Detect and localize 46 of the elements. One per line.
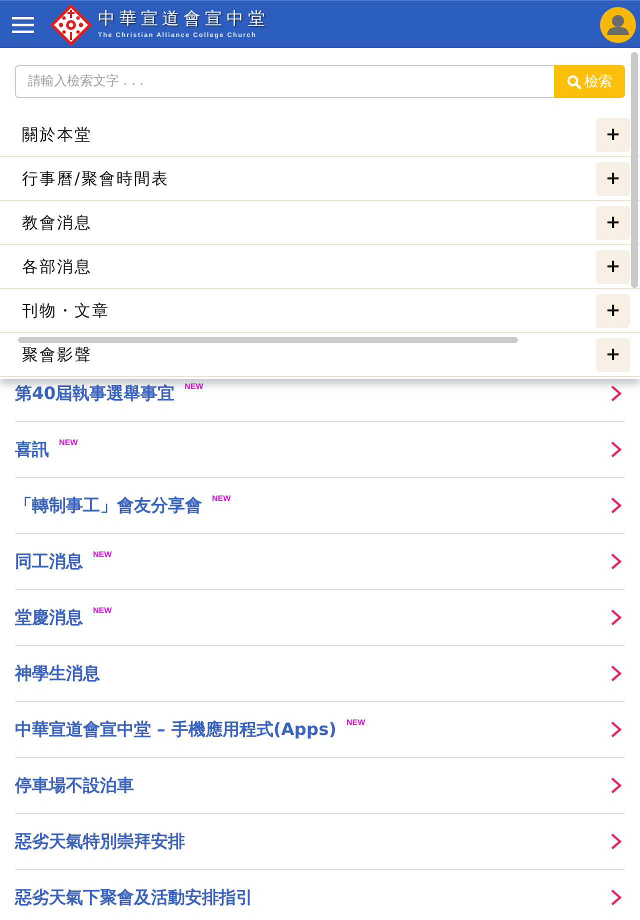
chevron-right-icon — [610, 665, 622, 682]
user-avatar-icon[interactable] — [600, 6, 636, 42]
new-label: NEW — [346, 718, 366, 726]
chevron-right-icon — [610, 721, 622, 738]
chevron-right-icon — [610, 385, 622, 402]
new-label: NEW — [93, 606, 112, 614]
search-field[interactable]: 請輸入檢索文字 . . . — [15, 65, 554, 98]
expand-button[interactable]: + — [596, 338, 630, 372]
search-icon — [566, 74, 580, 88]
news-link[interactable]: 第40屆執事選舉事宜 — [15, 382, 175, 406]
chevron-right-icon — [610, 833, 622, 850]
menu-link[interactable]: 刊物・文章 — [22, 300, 110, 320]
menu-link[interactable]: 關於本堂 — [22, 124, 92, 144]
news-link[interactable]: 喜訊 — [15, 438, 49, 462]
new-label: NEW — [212, 494, 231, 502]
horizontal-scrollbar[interactable] — [18, 337, 518, 343]
news-link[interactable]: 堂慶消息 — [15, 606, 83, 630]
menu-link[interactable]: 各部消息 — [22, 256, 92, 276]
menu-link[interactable]: 教會消息 — [22, 212, 92, 232]
chevron-right-icon — [610, 777, 622, 794]
menu-link[interactable]: 聚會影聲 — [22, 344, 92, 364]
news-link[interactable]: 中華宣道會宣中堂 – 手機應用程式(Apps) — [15, 718, 336, 742]
new-label: NEW — [93, 550, 112, 558]
chevron-right-icon — [610, 497, 622, 514]
diamond-emblem-icon — [50, 4, 92, 46]
vertical-scrollbar[interactable] — [631, 52, 638, 288]
expand-button[interactable]: + — [596, 294, 630, 328]
chevron-right-icon — [610, 889, 622, 906]
church-name-title: 中華宣道會宣中堂 — [98, 9, 270, 29]
menu-link[interactable]: 行事曆/聚會時間表 — [22, 168, 169, 188]
expand-button[interactable]: + — [596, 250, 630, 284]
news-link[interactable]: 停車場不設泊車 — [15, 774, 134, 798]
news-link[interactable]: 「轉制事工」會友分享會 — [15, 494, 202, 518]
news-link[interactable]: 同工消息 — [15, 550, 83, 574]
news-link[interactable]: 惡劣天氣特別崇拜安排 — [15, 830, 185, 854]
menu-icon[interactable] — [12, 16, 34, 32]
news-link[interactable]: 惡劣天氣下聚會及活動安排指引 — [15, 886, 253, 910]
news-link[interactable]: 神學生消息 — [15, 662, 100, 686]
chevron-right-icon — [610, 441, 622, 458]
expand-button[interactable]: + — [596, 118, 630, 152]
new-label: NEW — [184, 382, 204, 390]
new-label: NEW — [59, 438, 78, 446]
chevron-right-icon — [610, 553, 622, 570]
expand-button[interactable]: + — [596, 162, 630, 196]
chevron-right-icon — [610, 609, 622, 626]
expand-button[interactable]: + — [596, 206, 630, 240]
